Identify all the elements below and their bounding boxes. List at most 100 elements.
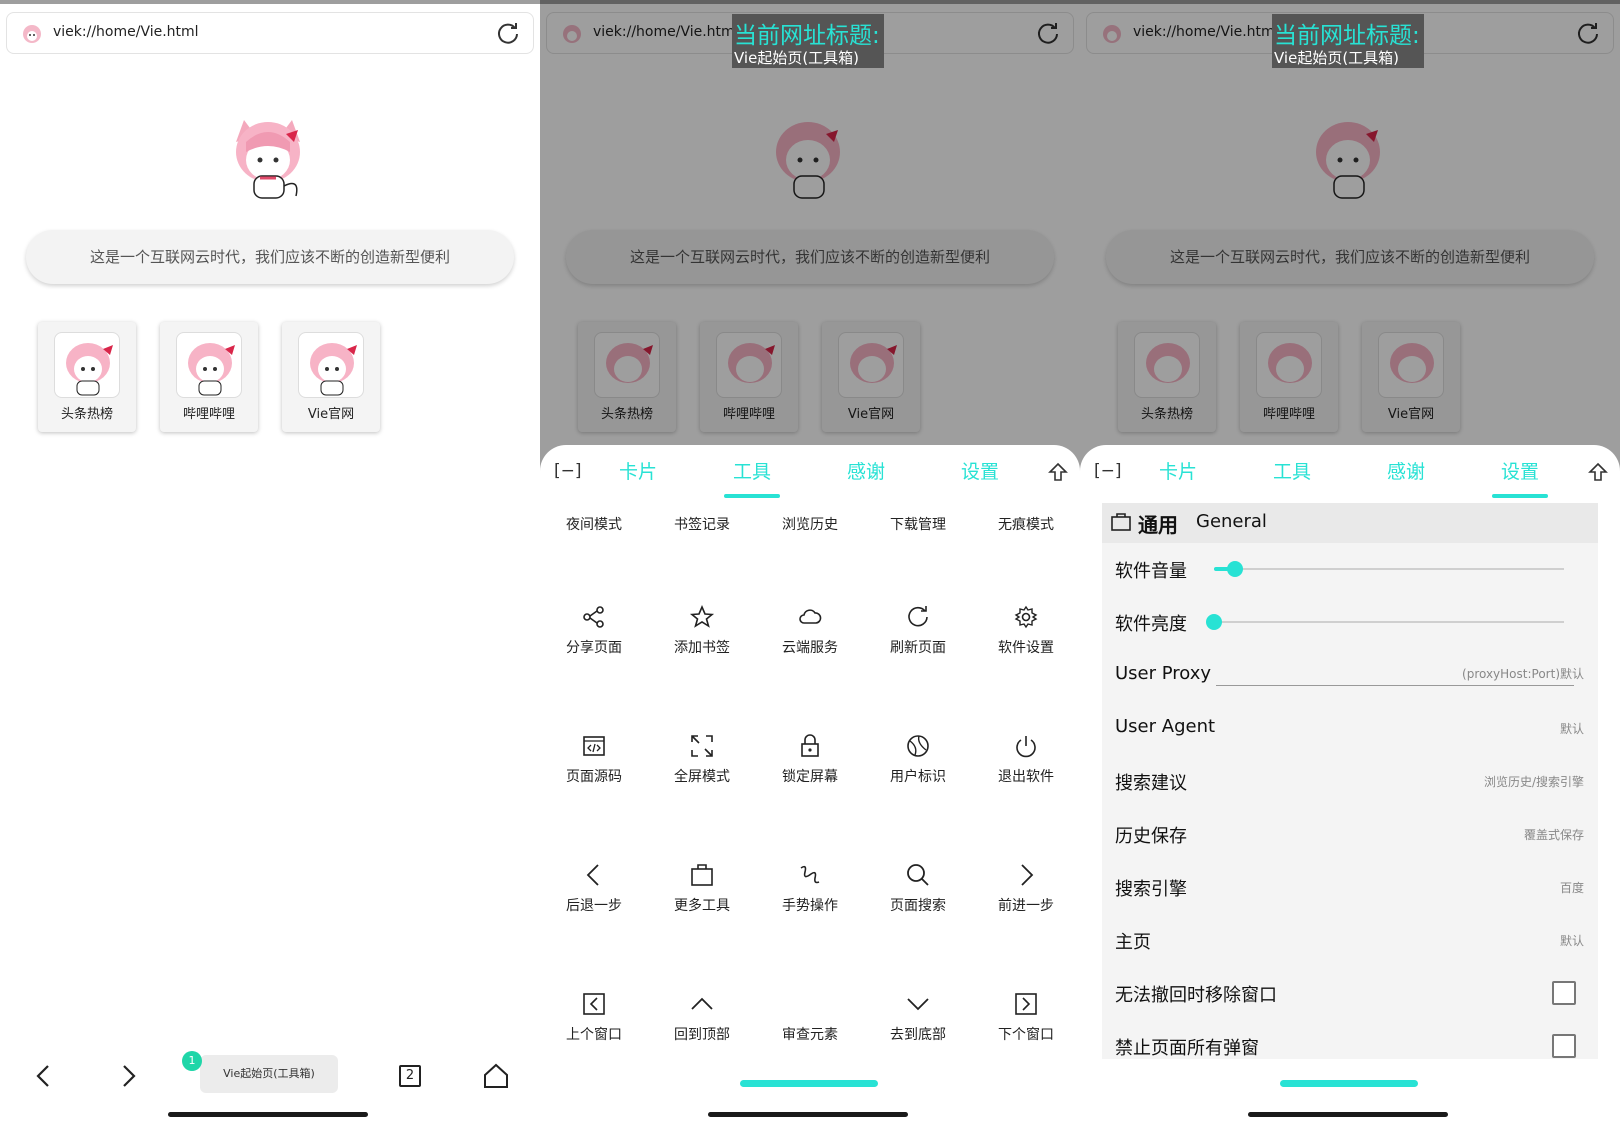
tool-cloud[interactable]: 云端服务: [756, 604, 864, 664]
collapse-button[interactable]: [−]: [554, 461, 582, 481]
tab-cards[interactable]: 卡片: [598, 457, 678, 484]
tool-back[interactable]: 后退一步: [540, 862, 648, 922]
refresh-icon: [908, 606, 928, 627]
card-toutiao[interactable]: 头条热榜: [1118, 322, 1216, 432]
search-suggest-row[interactable]: 搜索建议 浏览历史/搜索引擎: [1102, 761, 1598, 801]
tab-thanks[interactable]: 感谢: [826, 457, 906, 484]
block-popups-checkbox[interactable]: [1552, 1034, 1576, 1058]
brightness-slider[interactable]: [1214, 621, 1564, 623]
tool-settings[interactable]: 软件设置: [972, 604, 1080, 664]
tab-thanks[interactable]: 感谢: [1366, 457, 1446, 484]
reload-icon[interactable]: [1035, 21, 1061, 47]
address-url[interactable]: viek://home/Vie.html: [53, 24, 199, 40]
active-tab-indicator: [724, 494, 780, 498]
volume-slider-thumb[interactable]: [1227, 561, 1243, 577]
section-title-en: General: [1196, 511, 1267, 532]
tool-share[interactable]: 分享页面: [540, 604, 648, 664]
slogan-bar[interactable]: 这是一个互联网云时代，我们应该不断的创造新型便利: [26, 230, 514, 284]
tool-user-agent[interactable]: 用户标识: [864, 733, 972, 793]
tool-refresh[interactable]: 刷新页面: [864, 604, 972, 664]
tool-inspect[interactable]: 审查元素: [756, 991, 864, 1051]
brightness-label: 软件亮度: [1115, 614, 1187, 635]
slogan-bar[interactable]: 这是一个互联网云时代，我们应该不断的创造新型便利: [1106, 230, 1594, 284]
tool-label: 用户标识: [890, 769, 946, 785]
current-tab-button[interactable]: Vie起始页(工具箱): [200, 1055, 338, 1093]
favicon-icon: [23, 25, 41, 43]
tool-fullscreen[interactable]: 全屏模式: [648, 733, 756, 793]
card-bilibili[interactable]: 哔哩哔哩: [160, 322, 258, 432]
homepage-row[interactable]: 主页 默认: [1102, 920, 1598, 960]
address-url[interactable]: viek://home/Vie.html: [1133, 24, 1279, 40]
volume-slider[interactable]: [1214, 568, 1564, 570]
sheet-handle[interactable]: [740, 1080, 878, 1087]
tab-cards[interactable]: 卡片: [1138, 457, 1218, 484]
tools-sheet: [−] 卡片 工具 感谢 设置 夜间模式 书签记录 浏览历史 下载管理 无痕模式…: [540, 445, 1080, 1128]
tab-settings[interactable]: 设置: [940, 457, 1020, 484]
chevron-left-icon: [586, 864, 599, 886]
back-icon[interactable]: [26, 1058, 62, 1094]
tool-to-top[interactable]: 回到顶部: [648, 991, 756, 1051]
card-toutiao[interactable]: 头条热榜: [578, 322, 676, 432]
address-url[interactable]: viek://home/Vie.html: [593, 24, 739, 40]
card-bilibili[interactable]: 哔哩哔哩: [700, 322, 798, 432]
tool-label: 软件设置: [998, 640, 1054, 656]
setting-label: 无法撤回时移除窗口: [1115, 985, 1277, 1006]
tool-lock[interactable]: 锁定屏幕: [756, 733, 864, 793]
status-strip: [1080, 0, 1620, 4]
brightness-slider-thumb[interactable]: [1206, 614, 1222, 630]
tool-next-window[interactable]: 下个窗口: [972, 991, 1080, 1051]
title-tooltip: 当前网址标题: Vie起始页(工具箱): [732, 14, 884, 68]
proxy-input[interactable]: (proxyHost:Port)默认: [1462, 665, 1584, 682]
arrow-up-icon[interactable]: [1048, 461, 1068, 483]
tab-tools[interactable]: 工具: [1252, 457, 1332, 484]
tab-tools[interactable]: 工具: [712, 457, 792, 484]
reload-icon[interactable]: [495, 21, 521, 47]
card-vie-site[interactable]: Vie官网: [822, 322, 920, 432]
sheet-handle[interactable]: [1280, 1080, 1418, 1087]
tool-incognito[interactable]: 无痕模式: [972, 514, 1080, 574]
remove-window-row: 无法撤回时移除窗口: [1102, 973, 1598, 1013]
tab-settings[interactable]: 设置: [1480, 457, 1560, 484]
tool-label: 下个窗口: [998, 1027, 1054, 1043]
tool-label: 更多工具: [674, 898, 730, 914]
tool-downloads[interactable]: 下载管理: [864, 514, 972, 574]
tool-bookmarks[interactable]: 书签记录: [648, 514, 756, 574]
collapse-button[interactable]: [−]: [1094, 461, 1122, 481]
search-engine-row[interactable]: 搜索引擎 百度: [1102, 867, 1598, 907]
card-toutiao[interactable]: 头条热榜: [38, 322, 136, 432]
card-vie-site[interactable]: Vie官网: [282, 322, 380, 432]
tool-label: 页面源码: [566, 769, 622, 785]
slogan-bar[interactable]: 这是一个互联网云时代，我们应该不断的创造新型便利: [566, 230, 1054, 284]
tool-add-bookmark[interactable]: 添加书签: [648, 604, 756, 664]
tool-exit[interactable]: 退出软件: [972, 733, 1080, 793]
tool-to-bottom[interactable]: 去到底部: [864, 991, 972, 1051]
reload-icon[interactable]: [1575, 21, 1601, 47]
tool-night-mode[interactable]: 夜间模式: [540, 514, 648, 574]
tool-prev-window[interactable]: 上个窗口: [540, 991, 648, 1051]
user-agent-row[interactable]: User Agent 默认: [1102, 708, 1598, 748]
remove-window-checkbox[interactable]: [1552, 981, 1576, 1005]
tool-forward[interactable]: 前进一步: [972, 862, 1080, 922]
tool-gesture[interactable]: 手势操作: [756, 862, 864, 922]
tool-search[interactable]: 页面搜索: [864, 862, 972, 922]
tool-label: 上个窗口: [566, 1027, 622, 1043]
home-icon[interactable]: [478, 1058, 514, 1094]
card-bilibili[interactable]: 哔哩哔哩: [1240, 322, 1338, 432]
tool-more[interactable]: 更多工具: [648, 862, 756, 922]
forward-icon[interactable]: [110, 1058, 146, 1094]
address-bar[interactable]: viek://home/Vie.html: [6, 12, 534, 54]
tool-source[interactable]: 页面源码: [540, 733, 648, 793]
setting-label: User Agent: [1115, 716, 1216, 737]
tool-label: 无痕模式: [998, 517, 1054, 533]
proxy-underline: [1216, 685, 1574, 686]
tabs-count-button[interactable]: 2: [392, 1058, 428, 1094]
card-label: Vie官网: [847, 407, 895, 422]
tool-label: 浏览历史: [782, 517, 838, 533]
setting-label: 搜索引擎: [1115, 879, 1187, 900]
tool-label: 刷新页面: [890, 640, 946, 656]
status-strip: [0, 0, 540, 4]
tool-history[interactable]: 浏览历史: [756, 514, 864, 574]
card-vie-site[interactable]: Vie官网: [1362, 322, 1460, 432]
history-save-row[interactable]: 历史保存 覆盖式保存: [1102, 814, 1598, 854]
arrow-up-icon[interactable]: [1588, 461, 1608, 483]
